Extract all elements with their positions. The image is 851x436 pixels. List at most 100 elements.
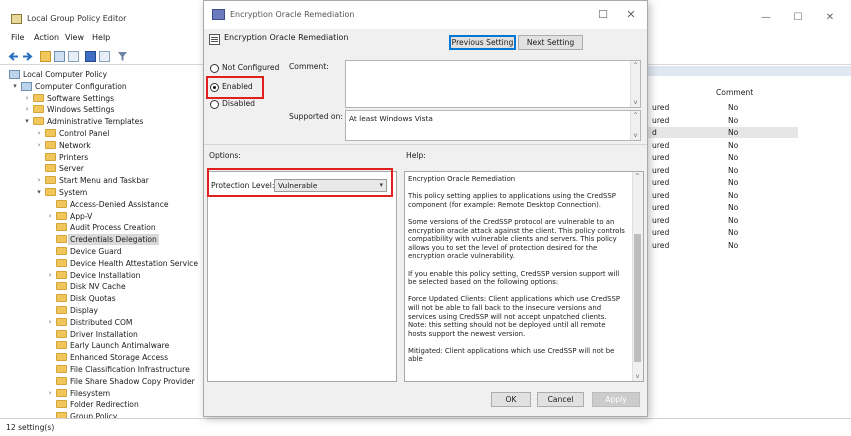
computer-icon bbox=[21, 81, 32, 91]
status-text: 12 setting(s) bbox=[6, 423, 55, 432]
chevron-right-icon[interactable]: › bbox=[34, 140, 44, 151]
dialog-close-icon[interactable]: ✕ bbox=[623, 8, 639, 21]
table-row[interactable]: ured No bbox=[648, 102, 798, 113]
tree-node-label: Windows Settings bbox=[47, 105, 115, 115]
radio-disabled-circle[interactable] bbox=[210, 100, 219, 109]
menu-view[interactable]: View bbox=[65, 33, 84, 42]
tree-node-label: App-V bbox=[70, 211, 93, 221]
help-paragraph: If you enable this policy setting, CredS… bbox=[408, 269, 620, 287]
help-icon[interactable] bbox=[85, 51, 96, 62]
menu-help[interactable]: Help bbox=[92, 33, 110, 42]
chevron-down-icon[interactable]: ▾ bbox=[10, 81, 20, 92]
radio-not-configured-circle[interactable] bbox=[210, 64, 219, 73]
row-state: ured bbox=[652, 190, 670, 200]
dialog-maximize-icon[interactable]: ☐ bbox=[595, 8, 611, 21]
show-hide-tree-icon[interactable] bbox=[54, 51, 65, 62]
row-comment: No bbox=[728, 128, 739, 137]
folder-icon bbox=[45, 176, 56, 185]
folder-icon bbox=[33, 105, 44, 114]
tree-node-label: Enhanced Storage Access bbox=[70, 353, 169, 363]
extended-view-icon[interactable] bbox=[99, 51, 110, 62]
comment-column-header[interactable]: Comment bbox=[716, 88, 753, 97]
radio-enabled-circle[interactable] bbox=[210, 83, 219, 92]
folder-icon bbox=[56, 211, 67, 220]
tree-node-label: System bbox=[59, 188, 88, 197]
help-panel[interactable]: Encryption Oracle Remediation This policy… bbox=[404, 171, 644, 382]
table-row[interactable]: ured No bbox=[648, 240, 798, 251]
chevron-right-icon[interactable]: › bbox=[34, 175, 44, 186]
chevron-right-icon[interactable]: › bbox=[34, 128, 44, 139]
computer-icon bbox=[9, 70, 20, 79]
folder-icon bbox=[56, 258, 67, 267]
folder-icon bbox=[56, 235, 67, 244]
comment-textarea[interactable]: ^ v bbox=[345, 60, 641, 108]
help-paragraph: Mitigated: Client applications which use… bbox=[408, 346, 615, 364]
options-panel: Protection Level: Vulnerable ▾ bbox=[207, 171, 397, 382]
folder-icon bbox=[56, 282, 67, 291]
filter-icon[interactable] bbox=[117, 51, 128, 62]
maximize-icon[interactable]: ☐ bbox=[790, 12, 806, 23]
up-folder-icon[interactable] bbox=[40, 51, 51, 62]
row-comment: No bbox=[728, 240, 739, 250]
tree-node-label: Audit Process Creation bbox=[70, 223, 156, 233]
table-row[interactable]: ured No bbox=[648, 215, 798, 226]
folder-icon bbox=[56, 388, 67, 397]
table-row[interactable]: ured No bbox=[648, 177, 798, 188]
chevron-down-icon[interactable]: ▾ bbox=[34, 187, 44, 198]
cancel-button[interactable]: Cancel bbox=[537, 392, 584, 407]
back-arrow-icon[interactable] bbox=[8, 51, 19, 62]
export-list-icon[interactable] bbox=[68, 51, 79, 62]
help-scroll-thumb[interactable] bbox=[634, 234, 641, 362]
chevron-right-icon[interactable]: › bbox=[22, 93, 32, 104]
chevron-down-icon[interactable]: ▾ bbox=[22, 116, 32, 127]
chevron-right-icon[interactable]: › bbox=[45, 317, 55, 328]
table-row[interactable]: ured No bbox=[648, 140, 798, 151]
table-row[interactable]: ured No bbox=[648, 190, 798, 201]
previous-setting-button[interactable]: Previous Setting bbox=[449, 35, 516, 50]
ok-button[interactable]: OK bbox=[491, 392, 531, 407]
scroll-down-icon[interactable]: v bbox=[633, 373, 642, 380]
help-paragraph: Force Updated Clients: Client applicatio… bbox=[408, 295, 620, 338]
policy-tree[interactable]: Local Computer Policy ▾ Computer Configura… bbox=[0, 66, 205, 418]
folder-icon bbox=[56, 306, 67, 314]
table-row[interactable]: ured No bbox=[648, 152, 798, 163]
chevron-right-icon[interactable]: › bbox=[22, 104, 32, 115]
help-text: Encryption Oracle Remediation This policy… bbox=[408, 175, 626, 373]
row-comment: No bbox=[728, 153, 739, 162]
comment-scrollbar[interactable]: ^ v bbox=[630, 61, 640, 107]
table-row[interactable]: ured No bbox=[648, 165, 798, 176]
table-row[interactable]: ured No bbox=[648, 115, 798, 126]
apply-button[interactable]: Apply bbox=[592, 392, 640, 407]
help-scrollbar[interactable]: ^ v bbox=[632, 172, 643, 381]
table-row[interactable]: ured No bbox=[648, 202, 798, 213]
close-icon[interactable]: ✕ bbox=[822, 12, 838, 23]
settings-list[interactable]: Comment ured No ured No d No ured No ured No ured N… bbox=[648, 66, 851, 418]
folder-icon bbox=[45, 188, 56, 196]
row-state: d bbox=[652, 128, 657, 137]
minimize-icon[interactable]: — bbox=[758, 12, 774, 23]
chevron-right-icon[interactable]: › bbox=[45, 270, 55, 281]
menu-file[interactable]: File bbox=[11, 33, 24, 42]
supported-scrollbar[interactable]: ^ v bbox=[630, 111, 640, 140]
radio-disabled-label: Disabled bbox=[222, 99, 255, 108]
protection-level-dropdown[interactable]: Vulnerable ▾ bbox=[274, 179, 387, 192]
row-comment: No bbox=[728, 190, 739, 200]
next-setting-button[interactable]: Next Setting bbox=[518, 35, 583, 50]
table-row[interactable]: ured No bbox=[648, 227, 798, 238]
tree-node-label: Local Computer Policy bbox=[23, 70, 108, 79]
table-row[interactable]: d No bbox=[648, 127, 798, 138]
menu-action[interactable]: Action bbox=[34, 33, 59, 42]
scroll-up-icon[interactable]: ^ bbox=[633, 173, 642, 180]
policy-editor-icon bbox=[11, 14, 22, 24]
forward-arrow-icon[interactable] bbox=[22, 51, 33, 62]
row-state: ured bbox=[652, 103, 670, 112]
chevron-right-icon[interactable]: › bbox=[45, 388, 55, 399]
tree-node-label: Access-Denied Assistance bbox=[70, 199, 169, 209]
policy-setting-icon bbox=[212, 9, 225, 20]
tree-node-label: Network bbox=[59, 140, 91, 150]
help-paragraph: Encryption Oracle Remediation bbox=[408, 175, 516, 183]
supported-on-box: At least Windows Vista ^ v bbox=[345, 110, 641, 141]
folder-icon bbox=[45, 140, 56, 149]
chevron-right-icon[interactable]: › bbox=[45, 211, 55, 222]
status-bar: 12 setting(s) bbox=[0, 418, 851, 436]
